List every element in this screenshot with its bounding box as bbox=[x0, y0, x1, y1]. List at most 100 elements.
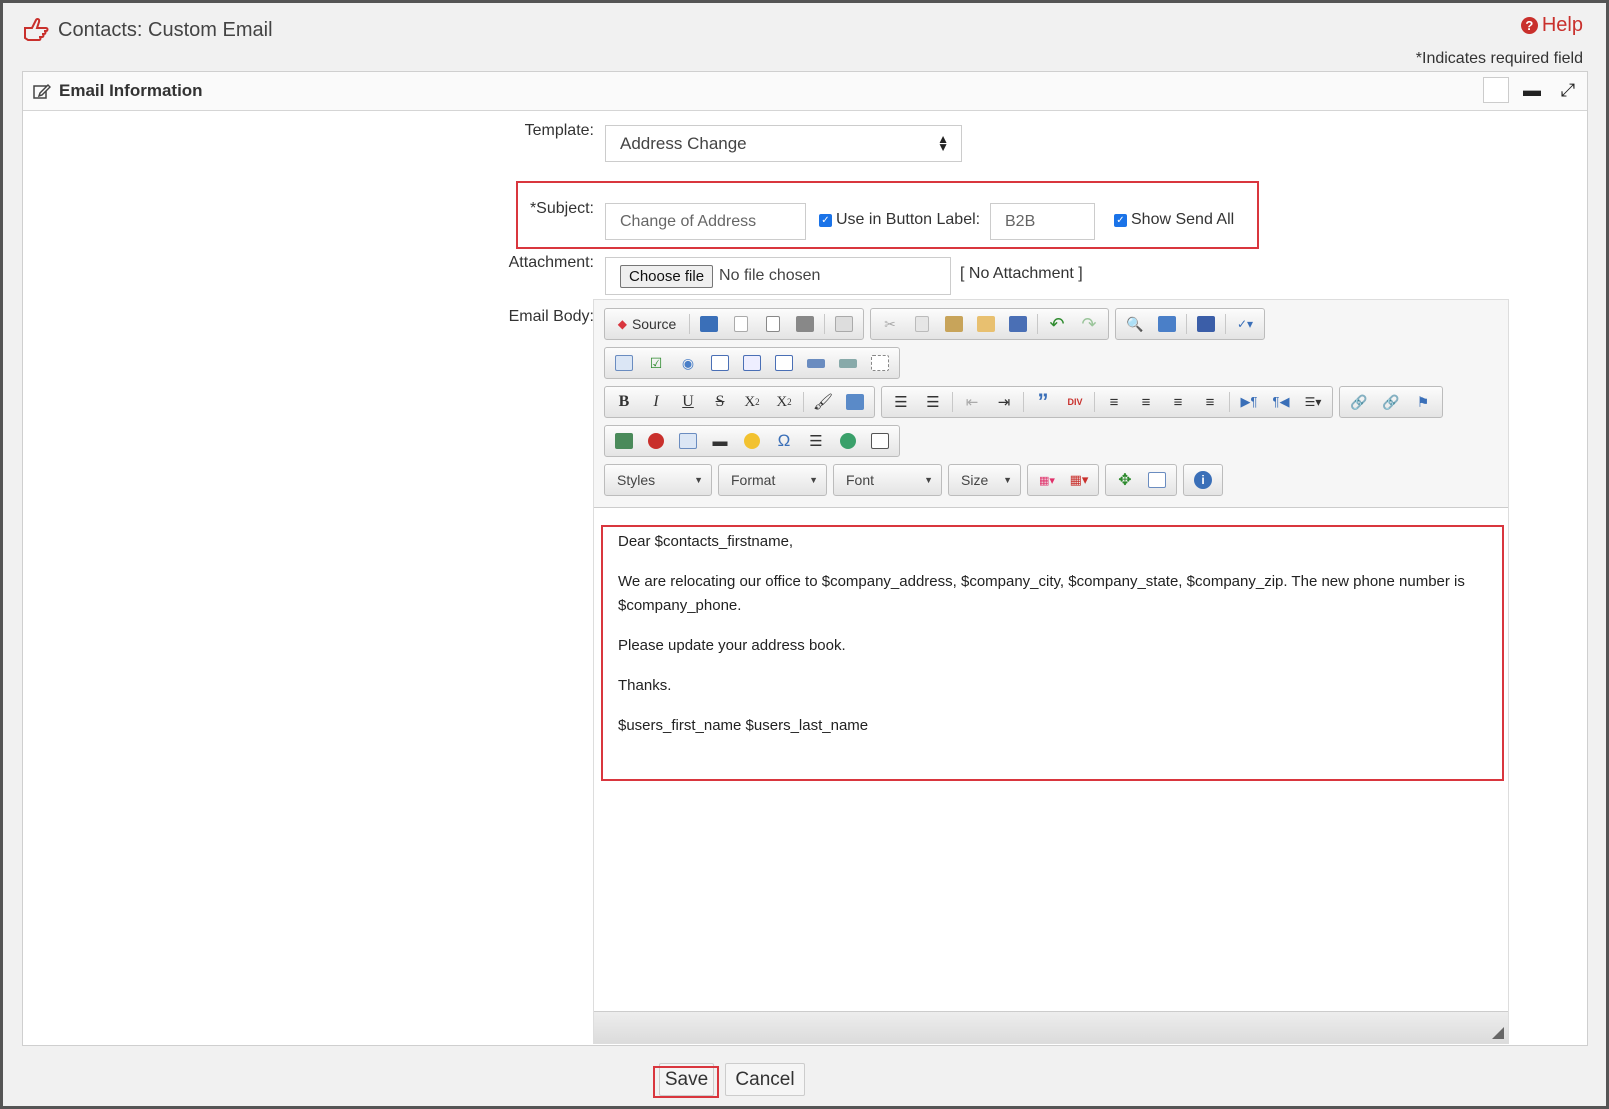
strikethrough-icon[interactable]: S bbox=[705, 390, 735, 414]
checkbox-checked-icon: ✓ bbox=[1114, 213, 1127, 227]
format-dropdown[interactable]: Format ▼ bbox=[718, 464, 827, 496]
textarea-icon[interactable] bbox=[737, 351, 767, 375]
show-send-all-checkbox[interactable]: ✓ Show Send All bbox=[1114, 211, 1234, 229]
help-label: Help bbox=[1541, 14, 1583, 36]
image-icon[interactable] bbox=[609, 429, 639, 453]
spellcheck-icon[interactable]: ✓▾ bbox=[1230, 312, 1260, 336]
find-icon[interactable]: 🔍 bbox=[1120, 312, 1150, 336]
special-char-icon[interactable]: Ω bbox=[769, 429, 799, 453]
paste-icon[interactable] bbox=[939, 312, 969, 336]
paste-word-icon[interactable] bbox=[1003, 312, 1033, 336]
print-icon[interactable] bbox=[790, 312, 820, 336]
checkbox-checked-icon: ✓ bbox=[819, 213, 832, 227]
cut-icon[interactable]: ✂ bbox=[875, 312, 905, 336]
align-center-icon[interactable]: ≡ bbox=[1131, 390, 1161, 414]
email-body-highlight-box bbox=[601, 525, 1504, 781]
flash-icon[interactable] bbox=[641, 429, 671, 453]
panel-color-box[interactable] bbox=[1483, 77, 1509, 103]
bold-icon[interactable]: B bbox=[609, 390, 639, 414]
paste-text-icon[interactable] bbox=[971, 312, 1001, 336]
help-link[interactable]: ? Help bbox=[1520, 14, 1583, 37]
size-dropdown[interactable]: Size ▼ bbox=[948, 464, 1021, 496]
div-container-icon[interactable]: DIV bbox=[1060, 390, 1090, 414]
minimize-icon[interactable]: ▬ bbox=[1519, 77, 1545, 103]
undo-icon[interactable]: ↶ bbox=[1042, 312, 1072, 336]
remove-format-icon[interactable]: 🖌 bbox=[808, 390, 838, 414]
unlink-icon[interactable]: 🔗 bbox=[1376, 390, 1406, 414]
image-button-icon[interactable] bbox=[833, 351, 863, 375]
chevron-down-icon: ▼ bbox=[694, 475, 703, 485]
toolbar-row-3: B I U S X2 X2 🖌 ☰ ☰ ⇤ ⇥ ” DIV ≡ ≡ ≡ ≡ ▶¶ bbox=[604, 386, 1443, 418]
superscript-icon[interactable]: X2 bbox=[769, 390, 799, 414]
cancel-button[interactable]: Cancel bbox=[725, 1063, 805, 1096]
align-left-icon[interactable]: ≡ bbox=[1099, 390, 1129, 414]
redo-icon[interactable]: ↷ bbox=[1074, 312, 1104, 336]
select-field-icon[interactable] bbox=[769, 351, 799, 375]
page-break-icon[interactable]: ☰ bbox=[801, 429, 831, 453]
toolbar-row-2: ☑ ◉ bbox=[604, 347, 900, 379]
expand-icon[interactable]: ⤢ bbox=[1555, 77, 1581, 103]
radio-icon[interactable]: ◉ bbox=[673, 351, 703, 375]
show-send-all-text: Show Send All bbox=[1131, 211, 1235, 228]
text-color-icon[interactable]: ▦▾ bbox=[1032, 468, 1062, 492]
copy-icon[interactable] bbox=[907, 312, 937, 336]
checkbox-icon[interactable]: ☑ bbox=[641, 351, 671, 375]
maximize-icon[interactable]: ✥ bbox=[1110, 468, 1140, 492]
attachment-file-input[interactable]: Choose file No file chosen bbox=[605, 257, 951, 295]
indent-icon[interactable]: ⇥ bbox=[989, 390, 1019, 414]
help-icon: ? bbox=[1520, 17, 1538, 34]
smiley-icon[interactable] bbox=[737, 429, 767, 453]
language-icon[interactable]: ☰▾ bbox=[1298, 390, 1328, 414]
toolbar-row-1: ◆ Source ✂ ↶ ↷ 🔍 ✓▾ bbox=[604, 308, 1265, 340]
toolbar-group-editing: 🔍 ✓▾ bbox=[1115, 308, 1265, 340]
picture-icon[interactable] bbox=[865, 429, 895, 453]
styles-dropdown[interactable]: Styles ▼ bbox=[604, 464, 712, 496]
button-field-icon[interactable] bbox=[801, 351, 831, 375]
subscript-icon[interactable]: X2 bbox=[737, 390, 767, 414]
preview-icon[interactable] bbox=[758, 312, 788, 336]
anchor-flag-icon[interactable]: ⚑ bbox=[1408, 390, 1438, 414]
numbered-list-icon[interactable]: ☰ bbox=[886, 390, 916, 414]
show-blocks-icon[interactable] bbox=[1142, 468, 1172, 492]
font-dropdown[interactable]: Font ▼ bbox=[833, 464, 942, 496]
form-icon[interactable] bbox=[609, 351, 639, 375]
replace-icon[interactable] bbox=[1152, 312, 1182, 336]
subject-input[interactable]: Change of Address bbox=[605, 203, 806, 240]
source-button[interactable]: ◆ Source bbox=[609, 312, 685, 336]
select-all-icon[interactable] bbox=[1191, 312, 1221, 336]
new-page-icon[interactable] bbox=[726, 312, 756, 336]
justify-icon[interactable]: ≡ bbox=[1195, 390, 1225, 414]
copy-format-icon[interactable] bbox=[840, 390, 870, 414]
underline-icon[interactable]: U bbox=[673, 390, 703, 414]
iframe-globe-icon[interactable] bbox=[833, 429, 863, 453]
template-select[interactable]: Address Change ▲ ▼ bbox=[605, 125, 962, 162]
use-in-button-label-checkbox[interactable]: ✓ Use in Button Label: bbox=[819, 211, 980, 229]
save-doc-icon[interactable] bbox=[694, 312, 724, 336]
attachment-label: Attachment: bbox=[508, 254, 594, 271]
italic-icon[interactable]: I bbox=[641, 390, 671, 414]
horizontal-rule-icon[interactable]: ▬ bbox=[705, 429, 735, 453]
button-label-input[interactable]: B2B bbox=[990, 203, 1095, 240]
no-attachment-text: [ No Attachment ] bbox=[960, 265, 1083, 282]
background-color-icon[interactable]: ▦▾ bbox=[1064, 468, 1094, 492]
textfield-icon[interactable] bbox=[705, 351, 735, 375]
rtl-icon[interactable]: ¶◀ bbox=[1266, 390, 1296, 414]
chevron-down-icon: ▼ bbox=[924, 475, 933, 485]
about-info-icon[interactable]: i bbox=[1188, 468, 1218, 492]
select-arrows-icon: ▲ ▼ bbox=[937, 132, 949, 154]
choose-file-button[interactable]: Choose file bbox=[620, 264, 714, 288]
resize-handle-icon[interactable] bbox=[1492, 1027, 1504, 1039]
blockquote-icon[interactable]: ” bbox=[1028, 389, 1058, 414]
templates-icon[interactable] bbox=[829, 312, 859, 336]
template-label: Template: bbox=[524, 122, 594, 139]
font-label: Font bbox=[846, 472, 875, 488]
bulleted-list-icon[interactable]: ☰ bbox=[918, 390, 948, 414]
format-label: Format bbox=[731, 472, 776, 488]
outdent-icon[interactable]: ⇤ bbox=[957, 390, 987, 414]
link-icon[interactable]: 🔗 bbox=[1344, 390, 1374, 414]
ltr-icon[interactable]: ▶¶ bbox=[1234, 390, 1264, 414]
toolbar-group-forms: ☑ ◉ bbox=[604, 347, 900, 379]
align-right-icon[interactable]: ≡ bbox=[1163, 390, 1193, 414]
hidden-field-icon[interactable] bbox=[865, 351, 895, 375]
table-icon[interactable] bbox=[673, 429, 703, 453]
